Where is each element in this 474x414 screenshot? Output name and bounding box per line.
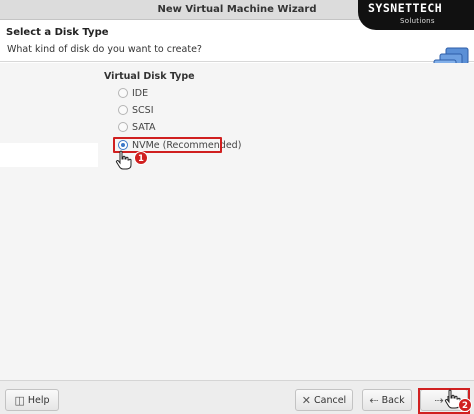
window-title: New Virtual Machine Wizard <box>157 4 317 15</box>
radio-label-sata: SATA <box>132 121 156 133</box>
back-button-label: Back <box>381 394 405 406</box>
help-button-label: Help <box>27 394 50 406</box>
radio-button-ide[interactable] <box>118 88 128 98</box>
step-1-badge: 1 <box>134 151 148 165</box>
cancel-button[interactable]: ✕ Cancel <box>295 389 353 411</box>
page-title: Select a Disk Type <box>6 27 109 38</box>
cancel-button-label: Cancel <box>314 394 347 406</box>
watermark-brand: SYSNETTECH <box>368 1 443 15</box>
wizard-content <box>0 63 474 380</box>
back-button[interactable]: ⇠ Back <box>362 389 412 411</box>
radio-option-scsi[interactable]: SCSI <box>118 103 154 117</box>
help-button[interactable]: ◫ Help <box>5 389 59 411</box>
watermark-tagline: Solutions <box>400 17 435 25</box>
help-icon: ◫ <box>14 393 25 407</box>
radio-button-sata[interactable] <box>118 122 128 132</box>
radio-label-scsi: SCSI <box>132 104 154 116</box>
wizard-footer: ◫ Help ✕ Cancel ⇠ Back ⇢ N <box>0 380 474 414</box>
radio-option-sata[interactable]: SATA <box>118 120 156 134</box>
watermark-logo: SYSNETTECH Solutions <box>358 0 474 30</box>
radio-button-scsi[interactable] <box>118 105 128 115</box>
page-subtitle: What kind of disk do you want to create? <box>7 44 202 55</box>
step-2-badge: 2 <box>458 398 472 412</box>
side-strip <box>0 143 98 167</box>
cancel-icon: ✕ <box>301 393 312 407</box>
radio-option-ide[interactable]: IDE <box>118 86 148 100</box>
disk-type-group-label: Virtual Disk Type <box>104 71 195 82</box>
back-arrow-icon: ⇠ <box>369 393 379 407</box>
radio-label-ide: IDE <box>132 87 149 99</box>
hand-cursor-icon <box>115 150 132 170</box>
